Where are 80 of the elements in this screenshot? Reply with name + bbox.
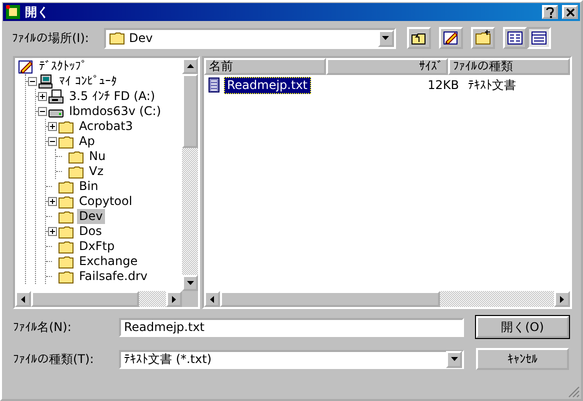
folder-icon: [58, 254, 74, 270]
folder-icon: [58, 268, 74, 284]
tree-item[interactable]: Dos: [77, 224, 104, 239]
floppy-drive-icon: [48, 88, 64, 104]
tree-item[interactable]: Copytool: [77, 194, 134, 209]
scroll-down-icon[interactable]: [186, 281, 194, 285]
look-in-dropdown[interactable]: Dev: [104, 28, 396, 48]
folder-icon: [58, 118, 74, 134]
folder-icon: [58, 194, 74, 210]
expand-toggle[interactable]: [48, 197, 57, 206]
tree-item[interactable]: Ap: [77, 134, 97, 149]
column-header[interactable]: 名前: [204, 58, 326, 75]
folder-icon: [58, 224, 74, 240]
resize-grip-icon[interactable]: [568, 386, 580, 398]
scrollbar-corner: [182, 291, 198, 307]
scroll-up-icon[interactable]: [186, 64, 194, 68]
collapse-toggle[interactable]: [48, 137, 57, 146]
horizontal-scrollbar[interactable]: [15, 291, 182, 307]
column-header[interactable]: ｻｲｽﾞ: [326, 58, 448, 75]
help-button[interactable]: [542, 5, 558, 19]
close-button[interactable]: [562, 5, 578, 19]
tree-item[interactable]: Failsafe.drv: [77, 269, 150, 284]
tree-item[interactable]: Ibmdos63v (C:): [67, 104, 164, 119]
tree-item[interactable]: Bin: [77, 179, 100, 194]
folder-icon: [58, 178, 74, 194]
tree-item[interactable]: Nu: [87, 149, 108, 164]
new-folder-icon: [474, 30, 491, 46]
tree-item[interactable]: 3.5 ｲﾝﾁ FD (A:): [67, 89, 158, 104]
collapse-toggle[interactable]: [28, 77, 37, 86]
file-type: ﾃｷｽﾄ文書: [467, 78, 516, 93]
list-view-button[interactable]: [502, 27, 527, 49]
tree-item[interactable]: ﾏｲ ｺﾝﾋﾟｭｰﾀ: [57, 74, 119, 89]
scroll-left-icon[interactable]: [21, 296, 25, 302]
file-type-dropdown[interactable]: ﾃｷｽﾄ文書 (*.txt): [119, 350, 464, 368]
expand-toggle[interactable]: [48, 122, 57, 131]
details-view-icon: [530, 30, 547, 46]
tree-item[interactable]: ﾃﾞｽｸﾄｯﾌﾟ: [37, 59, 89, 74]
tree-item[interactable]: DxFtp: [77, 239, 117, 254]
scroll-right-icon[interactable]: [560, 296, 564, 302]
window-title: 開く: [25, 4, 49, 20]
app-icon: [5, 4, 21, 20]
tree-item[interactable]: Exchange: [77, 254, 140, 269]
desktop-icon: [442, 30, 459, 46]
file-type-label: ﾌｧｲﾙの種類(T):: [13, 352, 95, 366]
caret-icon: [450, 357, 458, 361]
look-in-label: ﾌｧｲﾙの場所(I):: [12, 30, 89, 46]
up-folder-button[interactable]: [406, 27, 431, 49]
vertical-scrollbar[interactable]: [182, 58, 198, 291]
desktop-icon: [18, 58, 34, 74]
folder-icon: [108, 30, 125, 46]
cancel-button[interactable]: ｷｬﾝｾﾙ: [476, 348, 569, 370]
expand-toggle[interactable]: [38, 92, 47, 101]
scroll-left-icon[interactable]: [210, 296, 214, 302]
desktop-button[interactable]: [438, 27, 463, 49]
file-name-field[interactable]: Readmejp.txt: [119, 318, 464, 336]
list-view-icon: [506, 30, 523, 46]
tree-item[interactable]: Vz: [87, 164, 106, 179]
computer-icon: [38, 74, 54, 90]
new-folder-button[interactable]: [470, 27, 495, 49]
column-header[interactable]: ﾌｧｲﾙの種類: [448, 58, 570, 75]
horizontal-scrollbar[interactable]: [204, 291, 570, 307]
expand-toggle[interactable]: [48, 227, 57, 236]
folder-icon: [68, 164, 84, 180]
scroll-right-icon[interactable]: [172, 296, 176, 302]
help-icon: [545, 6, 555, 18]
close-icon: [566, 8, 574, 16]
folder-icon: [58, 208, 74, 224]
open-button[interactable]: 開く(O): [476, 316, 569, 338]
caret-icon: [382, 36, 390, 40]
file-name-label: ﾌｧｲﾙ名(N):: [13, 320, 72, 334]
tree-item[interactable]: Dev: [77, 209, 105, 224]
collapse-toggle[interactable]: [38, 107, 47, 116]
file-name[interactable]: Readmejp.txt: [224, 77, 311, 94]
folder-icon: [58, 238, 74, 254]
details-view-button[interactable]: [526, 27, 551, 49]
text-file-icon: [207, 77, 221, 94]
file-size: 12KB: [426, 78, 459, 93]
folder-icon: [68, 148, 84, 164]
tree-item[interactable]: Acrobat3: [77, 119, 135, 134]
folder-icon: [58, 134, 74, 150]
